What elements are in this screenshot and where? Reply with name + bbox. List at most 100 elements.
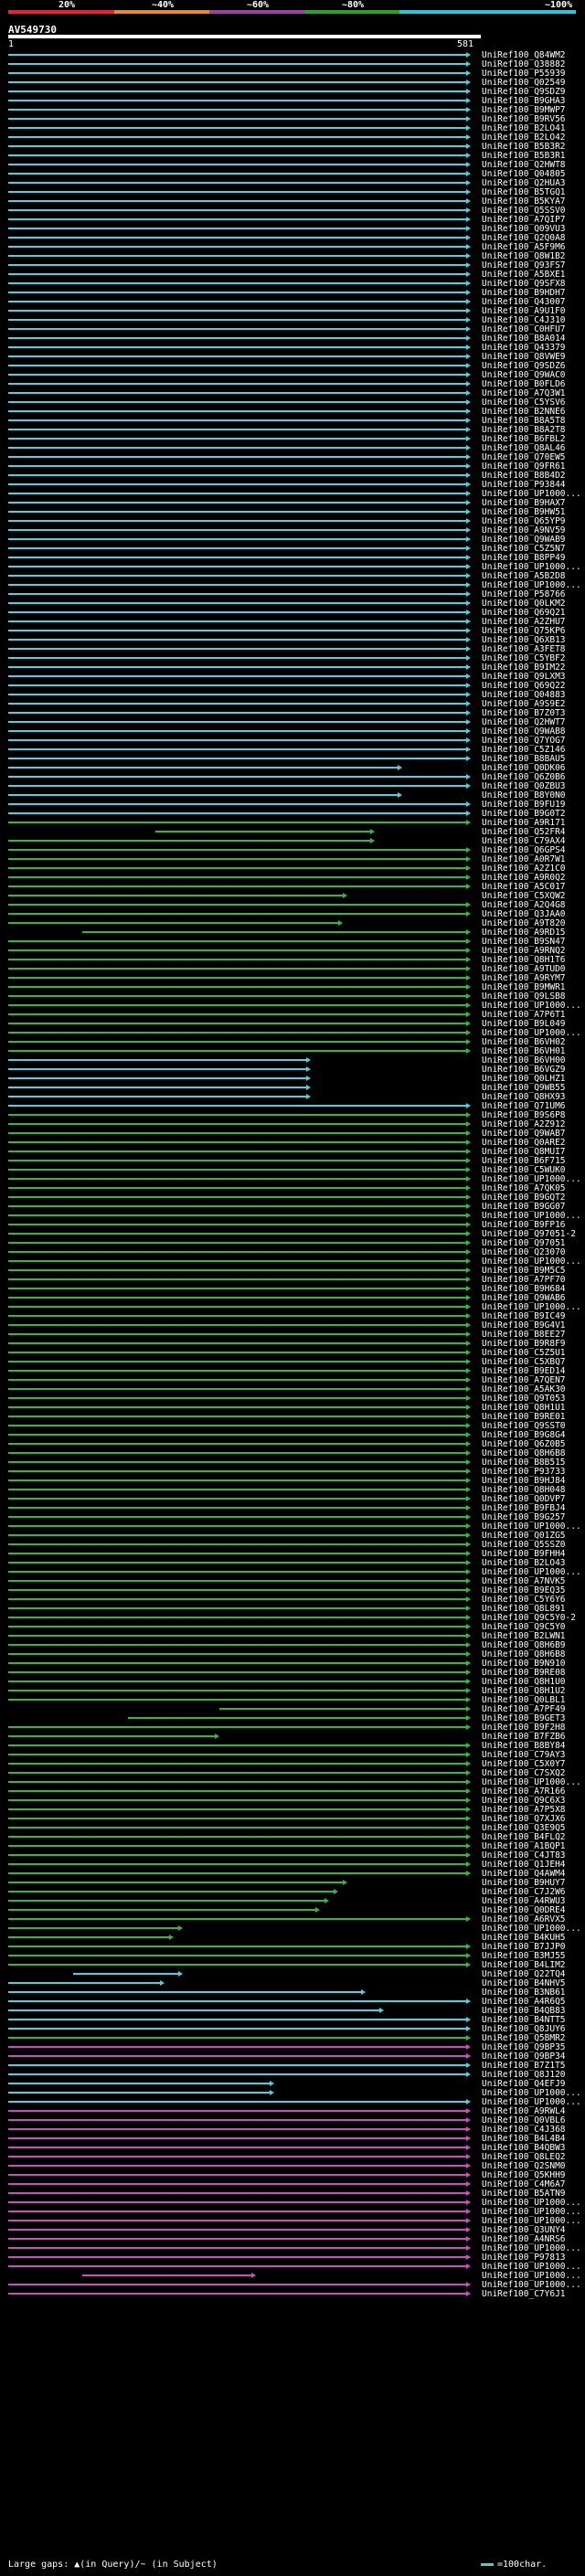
hit-arrowhead-icon [466, 1441, 471, 1447]
hit-arrowhead-icon [466, 884, 471, 889]
hit-arrowhead-icon [466, 1002, 471, 1008]
hit-arrowhead-icon [466, 354, 471, 359]
hit-arrowhead-icon [466, 1167, 471, 1172]
hit-arrowhead-icon [466, 1194, 471, 1200]
hit-arrowhead-icon [466, 2218, 471, 2223]
hit-arrowhead-icon [466, 1130, 471, 1136]
hit-arrowhead-icon [178, 1925, 183, 1931]
hit-arrowhead-icon [466, 1496, 471, 1501]
hit-arrowhead-icon [466, 1468, 471, 1474]
hit-arrowhead-icon [466, 737, 471, 743]
hit-arrowhead-icon [466, 747, 471, 752]
hit-arrowhead-icon [466, 1240, 471, 1246]
hit-arrowhead-icon [466, 692, 471, 697]
hit-arrowhead-icon [466, 1615, 471, 1620]
hit-arrowhead-icon [466, 89, 471, 94]
hit-arrowhead-icon [466, 2254, 471, 2260]
hit-arrowhead-icon [466, 783, 471, 789]
hit-arrowhead-icon [466, 1505, 471, 1511]
hit-arrowhead-icon [466, 1103, 471, 1108]
hit-arrowhead-icon [169, 1935, 174, 1940]
hit-arrowhead-icon [315, 1907, 320, 1913]
hit-arrowhead-icon [466, 1350, 471, 1355]
hit-arrowhead-icon [466, 2099, 471, 2104]
hit-arrowhead-icon [466, 281, 471, 286]
hit-arrowhead-icon [466, 1414, 471, 1419]
hit-arrowhead-icon [466, 902, 471, 907]
hit-arrowhead-icon [466, 1258, 471, 1264]
hit-arrowhead-icon [370, 829, 375, 834]
hit-arrowhead-icon [466, 1459, 471, 1465]
hit-arrowhead-icon [466, 1624, 471, 1629]
hit-arrowhead-icon [466, 929, 471, 935]
hit-arrowhead-icon [466, 454, 471, 460]
hit-arrowhead-icon [466, 1286, 471, 1291]
hit-arrowhead-icon [466, 774, 471, 779]
hit-arrowhead-icon [466, 134, 471, 140]
hit-arrowhead-icon [466, 1797, 471, 1803]
hit-arrowhead-icon [466, 646, 471, 652]
alignment-hits: UniRef100_Q84WM2UniRef100_Q38882UniRef10… [8, 50, 581, 2299]
hit-arrowhead-icon [466, 1542, 471, 1547]
hit-arrowhead-icon [466, 1843, 471, 1849]
hit-arrowhead-icon [466, 381, 471, 387]
hit-arrowhead-icon [466, 1030, 471, 1035]
hit-arrowhead-icon [160, 1980, 165, 1986]
hit-arrowhead-icon [466, 390, 471, 396]
hit-arrowhead-icon [466, 363, 471, 368]
hit-arrowhead-icon [466, 180, 471, 186]
hit-arrowhead-icon [466, 98, 471, 103]
hit-arrowhead-icon [466, 1405, 471, 1410]
hit-arrowhead-icon [466, 482, 471, 487]
hit-arrowhead-icon [466, 1916, 471, 1922]
hit-arrowhead-icon [379, 2008, 384, 2013]
hit-arrowhead-icon [466, 1697, 471, 1702]
hit-arrowhead-icon [466, 2044, 471, 2050]
hit-arrowhead-icon [466, 1176, 471, 1182]
hit-arrowhead-icon [338, 920, 343, 926]
hit-arrowhead-icon [466, 226, 471, 231]
hit-arrowhead-icon [466, 610, 471, 615]
hit-arrowhead-icon [466, 2227, 471, 2232]
footer-scale-key: =100char. [481, 2560, 547, 2570]
hit-arrowhead-icon [466, 518, 471, 524]
hit-arrowhead-icon [466, 1213, 471, 1218]
hit-arrowhead-icon [466, 345, 471, 350]
hit-arrowhead-icon [343, 893, 347, 898]
hit-arrowhead-icon [466, 1861, 471, 1867]
hit-arrowhead-icon [466, 536, 471, 542]
hit-arrowhead-icon [361, 1989, 366, 1995]
hit-arrowhead-icon [215, 1733, 219, 1739]
hit-arrowhead-icon [466, 911, 471, 917]
hit-arrowhead-icon [251, 2273, 256, 2278]
hit-arrowhead-icon [466, 1231, 471, 1236]
hit-arrowhead-icon [466, 664, 471, 670]
hit-arrowhead-icon [466, 1551, 471, 1556]
hit-arrowhead-icon [466, 1788, 471, 1794]
hit-arrowhead-icon [466, 1249, 471, 1255]
hit-arrowhead-icon [466, 1642, 471, 1648]
hit-arrowhead-icon [466, 2200, 471, 2205]
hit-arrowhead-icon [466, 683, 471, 688]
hit-row[interactable]: UniRef100_C7Y6J1 [8, 2289, 566, 2299]
hit-arrowhead-icon [466, 1368, 471, 1373]
hit-arrowhead-icon [466, 1761, 471, 1766]
hit-arrowhead-icon [466, 1998, 471, 2004]
hit-arrowhead-icon [466, 1743, 471, 1748]
hit-arrowhead-icon [466, 555, 471, 560]
hit-arrowhead-icon [466, 600, 471, 606]
hit-arrowhead-icon [466, 756, 471, 761]
hit-label[interactable]: UniRef100_C7Y6J1 [482, 2289, 566, 2299]
hit-arrowhead-icon [466, 1021, 471, 1026]
hit-arrowhead-icon [466, 2117, 471, 2123]
hit-arrowhead-icon [466, 1313, 471, 1319]
hit-arrowhead-icon [466, 2126, 471, 2132]
hit-arrowhead-icon [466, 2136, 471, 2141]
hit-arrowhead-icon [370, 838, 375, 843]
hit-arrowhead-icon [466, 335, 471, 341]
hit-arrowhead-icon [466, 317, 471, 323]
hit-arrowhead-icon [466, 1423, 471, 1428]
hit-arrowhead-icon [466, 1816, 471, 1821]
hit-arrowhead-icon [466, 372, 471, 377]
hit-arrowhead-icon [334, 1889, 338, 1894]
